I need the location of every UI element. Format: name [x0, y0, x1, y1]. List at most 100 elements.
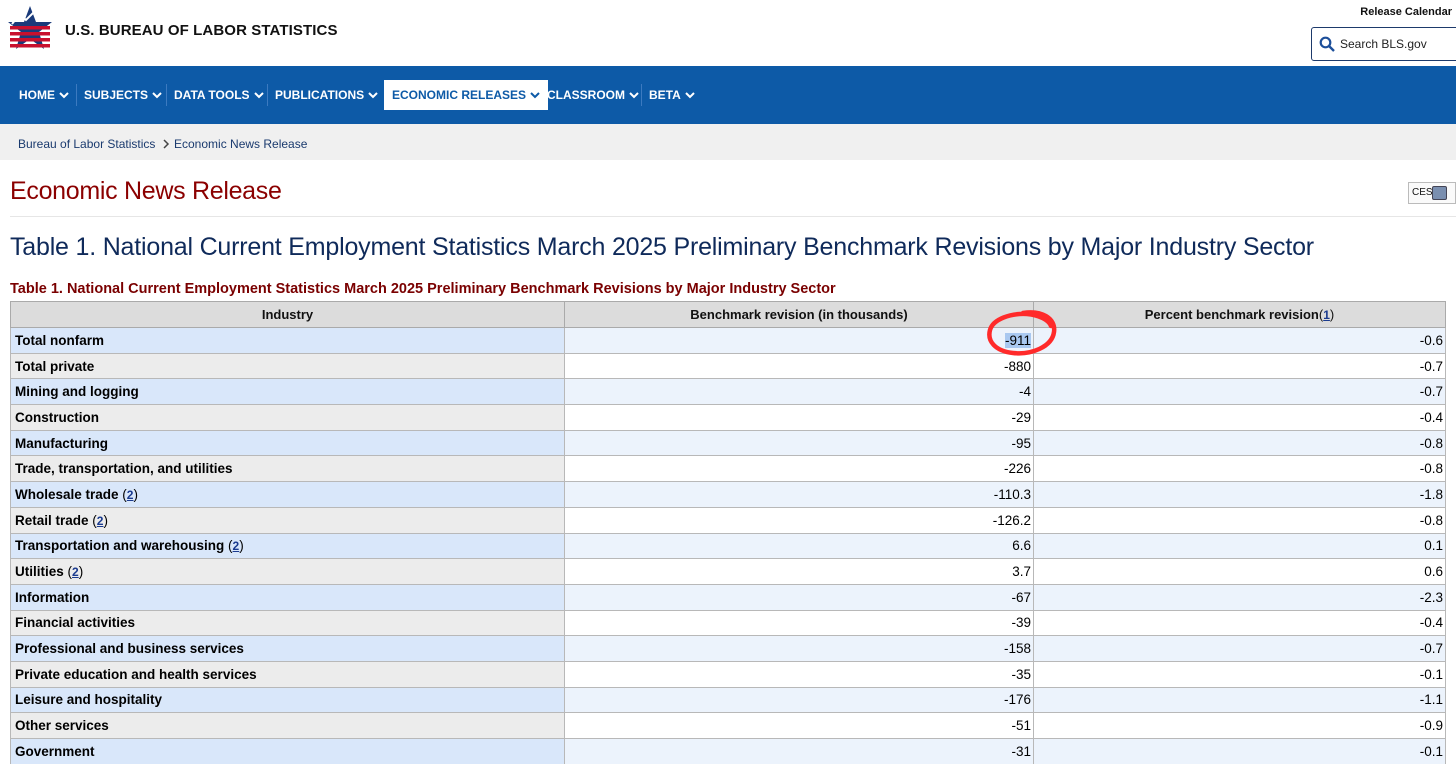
- percent-cell: -0.7: [1033, 352, 1446, 380]
- industry-cell: Private education and health services: [10, 660, 565, 688]
- nav-subjects[interactable]: SUBJECTS: [84, 80, 162, 110]
- percent-cell: -0.7: [1033, 378, 1446, 406]
- revision-cell: -176: [564, 686, 1034, 714]
- industry-cell: Mining and logging: [10, 378, 565, 406]
- release-calendar-link[interactable]: Release Calendar: [1360, 6, 1452, 18]
- industry-cell: Leisure and hospitality: [10, 686, 565, 714]
- nav-economic-releases-label: ECONOMIC RELEASES: [392, 88, 527, 102]
- site-brand-name[interactable]: U.S. BUREAU OF LABOR STATISTICS: [65, 22, 338, 39]
- site-header: U.S. BUREAU OF LABOR STATISTICS Release …: [0, 0, 1456, 66]
- industry-label: Transportation and warehousing: [15, 538, 225, 554]
- header-industry: Industry: [10, 301, 565, 328]
- nav-data-tools-label: DATA TOOLS: [174, 88, 250, 102]
- chevron-down-icon: [59, 92, 69, 99]
- table-row: Wholesale trade (2) -110.3 -1.8: [10, 481, 1446, 508]
- industry-label: Utilities: [15, 564, 64, 580]
- percent-cell: -0.4: [1033, 404, 1446, 431]
- revision-cell: -911: [564, 327, 1034, 354]
- nav-subjects-label: SUBJECTS: [84, 88, 149, 102]
- industry-cell: Total private: [10, 352, 565, 380]
- table-row: Total nonfarm -911 -0.6: [10, 327, 1446, 354]
- percent-cell: -0.9: [1033, 712, 1446, 739]
- search-box[interactable]: [1311, 27, 1456, 61]
- industry-cell: Financial activities: [10, 609, 565, 637]
- chevron-down-icon: [152, 92, 162, 99]
- nav-home-label: HOME: [19, 88, 55, 102]
- nav-publications[interactable]: PUBLICATIONS: [275, 80, 378, 110]
- revision-cell: 6.6: [564, 532, 1034, 560]
- industry-cell: Utilities (2): [10, 558, 565, 585]
- table-row: Transportation and warehousing (2) 6.6 0…: [10, 532, 1446, 560]
- nav-divider: [267, 84, 268, 106]
- chevron-down-icon: [685, 92, 695, 99]
- revision-cell: -29: [564, 404, 1034, 431]
- revision-cell: -158: [564, 635, 1034, 662]
- percent-cell: -0.6: [1033, 327, 1446, 354]
- table-header-row: Industry Benchmark revision (in thousand…: [10, 301, 1446, 328]
- table-row: Private education and health services -3…: [10, 660, 1446, 688]
- table-row: Other services -51 -0.9: [10, 712, 1446, 739]
- table-row: Trade, transportation, and utilities -22…: [10, 455, 1446, 483]
- industry-cell: Professional and business services: [10, 635, 565, 662]
- nav-publications-label: PUBLICATIONS: [275, 88, 365, 102]
- table-row: Information -67 -2.3: [10, 583, 1446, 611]
- industry-cell: Other services: [10, 712, 565, 739]
- revision-cell: -95: [564, 429, 1034, 457]
- industry-cell: Transportation and warehousing (2): [10, 532, 565, 560]
- nav-classroom[interactable]: CLASSROOM: [547, 80, 639, 110]
- revision-cell: -880: [564, 352, 1034, 380]
- footnote-link[interactable]: 1: [1323, 308, 1330, 322]
- nav-classroom-label: CLASSROOM: [547, 88, 625, 102]
- industry-cell: Trade, transportation, and utilities: [10, 455, 565, 483]
- breadcrumb-link-bls[interactable]: Bureau of Labor Statistics: [18, 137, 155, 151]
- revision-cell: -39: [564, 609, 1034, 637]
- search-input[interactable]: [1340, 35, 1450, 53]
- percent-cell: -1.1: [1033, 686, 1446, 714]
- revision-cell: -4: [564, 378, 1034, 406]
- industry-cell: Total nonfarm: [10, 327, 565, 354]
- ces-tab-label: CES: [1412, 187, 1433, 198]
- nav-data-tools[interactable]: DATA TOOLS: [174, 80, 264, 110]
- ces-print-tab[interactable]: CES: [1408, 182, 1456, 204]
- table-row: Leisure and hospitality -176 -1.1: [10, 686, 1446, 714]
- percent-cell: -2.3: [1033, 583, 1446, 611]
- page-title: Economic News Release: [10, 177, 282, 205]
- percent-cell: 0.6: [1033, 558, 1446, 585]
- chevron-down-icon: [368, 92, 378, 99]
- table-row: Construction -29 -0.4: [10, 404, 1446, 431]
- nav-economic-releases[interactable]: ECONOMIC RELEASES: [384, 80, 549, 110]
- chevron-down-icon: [629, 92, 639, 99]
- print-icon[interactable]: [1432, 186, 1447, 200]
- percent-cell: -0.8: [1033, 506, 1446, 534]
- percent-cell: -0.8: [1033, 455, 1446, 483]
- percent-cell: -0.8: [1033, 429, 1446, 457]
- table-row: Government -31 -0.1: [10, 738, 1446, 764]
- table-row: Financial activities -39 -0.4: [10, 609, 1446, 637]
- industry-cell: Construction: [10, 404, 565, 431]
- header-benchmark-revision: Benchmark revision (in thousands): [564, 301, 1034, 328]
- percent-cell: -0.1: [1033, 738, 1446, 764]
- industry-cell: Wholesale trade (2): [10, 481, 565, 508]
- nav-beta[interactable]: BETA: [649, 80, 695, 110]
- header-percent-label: Percent benchmark revision: [1144, 307, 1319, 322]
- revision-cell: -67: [564, 583, 1034, 611]
- chevron-down-icon: [530, 92, 540, 99]
- nav-home[interactable]: HOME: [19, 80, 69, 110]
- main-nav: HOME SUBJECTS DATA TOOLS PUBLICATIONS EC…: [0, 66, 1456, 124]
- breadcrumb: Bureau of Labor Statistics Economic News…: [0, 124, 1456, 160]
- bls-logo-icon[interactable]: [6, 4, 54, 56]
- nav-beta-label: BETA: [649, 88, 681, 102]
- table-row: Total private -880 -0.7: [10, 352, 1446, 380]
- revision-cell: -35: [564, 660, 1034, 688]
- industry-cell: Government: [10, 738, 565, 764]
- table-caption: Table 1. National Current Employment Sta…: [10, 281, 836, 297]
- chevron-right-icon: [163, 139, 170, 149]
- industry-label: Retail trade: [15, 512, 89, 528]
- footnote-link[interactable]: 2: [72, 565, 79, 579]
- table-row: Mining and logging -4 -0.7: [10, 378, 1446, 406]
- search-icon[interactable]: [1319, 36, 1335, 52]
- breadcrumb-current[interactable]: Economic News Release: [174, 137, 307, 151]
- table-row: Retail trade (2) -126.2 -0.8: [10, 506, 1446, 534]
- table-row: Professional and business services -158 …: [10, 635, 1446, 662]
- nav-divider: [641, 84, 642, 106]
